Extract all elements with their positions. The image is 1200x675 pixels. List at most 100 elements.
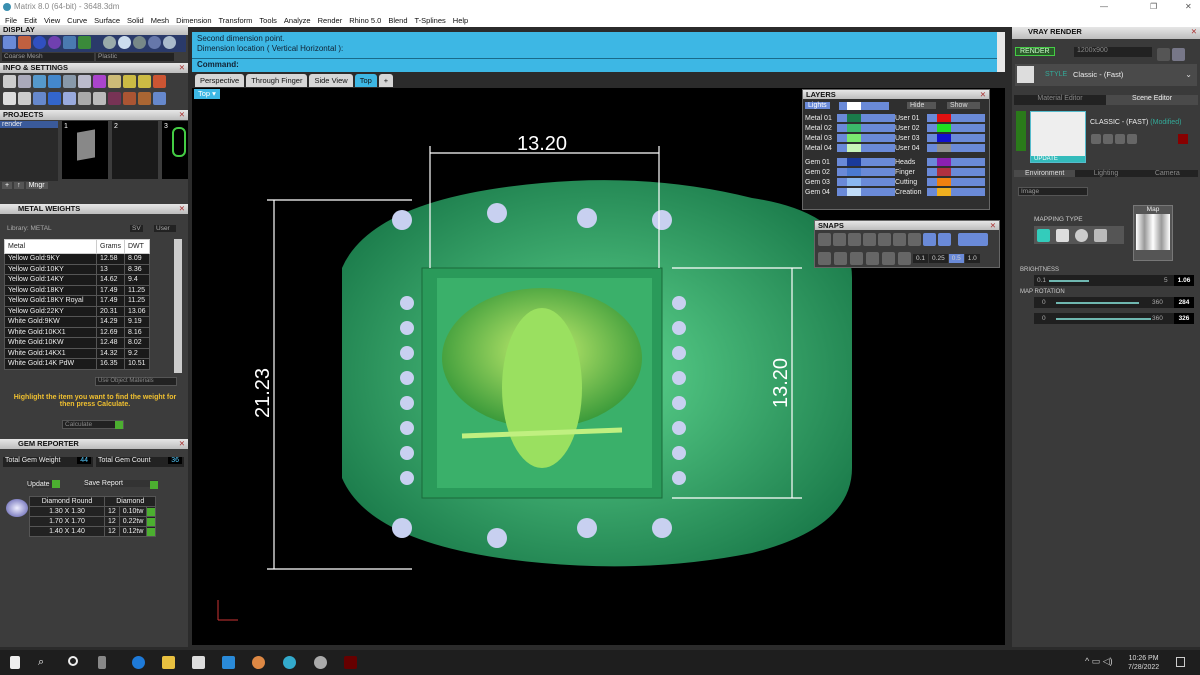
menu-analyze[interactable]: Analyze — [284, 14, 311, 27]
grid-icon[interactable] — [78, 36, 91, 49]
tool-icon[interactable] — [108, 75, 121, 88]
add-tab-button[interactable]: + — [378, 74, 394, 87]
gem-icon[interactable] — [93, 75, 106, 88]
table-row[interactable]: 1.40 X 1.40 12 0.12tw — [29, 526, 157, 537]
tab-top[interactable]: Top — [354, 74, 377, 87]
layer-color-swatch[interactable] — [937, 134, 951, 142]
layer-controls[interactable] — [837, 144, 895, 152]
show-button[interactable]: Show — [947, 102, 980, 109]
tray-icons[interactable]: ^ ▭ ◁) — [1085, 656, 1113, 667]
table-row[interactable]: 1.30 X 1.30 12 0.10tw — [29, 506, 157, 517]
material-sphere-icon[interactable] — [133, 36, 147, 49]
play-icon[interactable] — [147, 517, 156, 526]
layer-controls[interactable] — [837, 188, 895, 196]
layers-icon[interactable] — [33, 75, 46, 88]
layer-controls[interactable] — [927, 168, 985, 176]
close-icon[interactable]: ✕ — [1191, 27, 1197, 37]
layer-row[interactable]: Metal 03 — [805, 134, 897, 143]
layer-color-swatch[interactable] — [937, 144, 951, 152]
layer-controls[interactable] — [837, 178, 895, 186]
remove-icon[interactable] — [1115, 134, 1125, 144]
select-cell[interactable] — [146, 516, 157, 527]
layer-controls[interactable] — [837, 124, 895, 132]
layer-color-swatch[interactable] — [847, 114, 861, 122]
layer-controls[interactable] — [927, 144, 985, 152]
snap-end-icon[interactable] — [818, 233, 831, 246]
layer-row[interactable]: Gem 02 — [805, 168, 897, 177]
snap-center-icon[interactable] — [908, 233, 921, 246]
axis-snap-icon[interactable] — [898, 252, 911, 265]
menu-t-splines[interactable]: T-Splines — [415, 14, 446, 27]
add-icon[interactable] — [1127, 134, 1137, 144]
layer-color-swatch[interactable] — [937, 188, 951, 196]
environment-type-select[interactable]: Image — [1018, 187, 1088, 196]
tab-side-view[interactable]: Side View — [309, 74, 353, 87]
search-icon[interactable]: ⌕ — [38, 656, 51, 669]
lights-button[interactable]: Lights — [805, 102, 830, 109]
cube-icon[interactable] — [33, 92, 46, 105]
command-scrollbar[interactable] — [997, 32, 1005, 72]
layer-controls[interactable] — [927, 178, 985, 186]
ghost-sphere-icon[interactable] — [48, 36, 61, 49]
layer-row[interactable]: Gem 01 — [805, 158, 897, 167]
save-report-button[interactable]: Save Report — [84, 480, 158, 489]
book-icon[interactable] — [48, 92, 61, 105]
lights-controls[interactable] — [839, 102, 889, 110]
chrome-icon[interactable] — [252, 656, 265, 669]
layer-row[interactable]: Gem 03 — [805, 178, 897, 187]
material-sphere-icon[interactable] — [103, 36, 117, 49]
layer-color-swatch[interactable] — [937, 178, 951, 186]
table-row[interactable]: Yellow Gold:14KY 14.62 9.4 — [4, 274, 150, 286]
task-view-icon[interactable] — [98, 656, 106, 669]
snap-point-icon[interactable] — [863, 233, 876, 246]
user-toggle[interactable]: User — [154, 225, 176, 232]
layer-row[interactable]: Finger — [895, 168, 987, 177]
project-slot-3[interactable]: 3 — [162, 121, 188, 179]
menu-render[interactable]: Render — [318, 14, 343, 27]
layer-row[interactable]: Gem 04 — [805, 188, 897, 197]
layer-color-swatch[interactable] — [937, 168, 951, 176]
notifications-icon[interactable] — [1176, 657, 1185, 667]
maximize-button[interactable]: ❐ — [1150, 0, 1157, 14]
play-icon[interactable] — [147, 507, 156, 516]
layer-controls[interactable] — [927, 158, 985, 166]
snap-curve-icon[interactable] — [833, 233, 846, 246]
plane-snap-icon[interactable] — [882, 252, 895, 265]
tab-lighting[interactable]: Lighting — [1075, 170, 1137, 177]
value[interactable]: 326 — [1174, 313, 1194, 324]
metal-table-scrollbar[interactable] — [174, 239, 182, 373]
export-icon[interactable] — [153, 75, 166, 88]
update-button[interactable]: Update — [27, 480, 60, 488]
close-icon[interactable]: ✕ — [179, 204, 185, 214]
brightness-slider[interactable]: 0.1 5 1.06 — [1034, 275, 1194, 286]
frame-buffer-icon[interactable] — [1172, 48, 1185, 61]
snap-mid-icon[interactable] — [923, 233, 936, 246]
table-row[interactable]: Yellow Gold:18KY Royal 17.49 11.25 — [4, 295, 150, 307]
command-prompt[interactable]: Command: — [197, 60, 239, 70]
select-cell[interactable] — [146, 506, 157, 517]
rotation-slider-1[interactable]: 0 360 284 — [1034, 297, 1194, 308]
tab-through-finger[interactable]: Through Finger — [246, 74, 308, 87]
table-row[interactable]: 1.70 X 1.70 12 0.22tw — [29, 516, 157, 527]
plugin-icon[interactable] — [123, 92, 136, 105]
wireframe-icon[interactable] — [3, 36, 16, 49]
plugin-icon[interactable] — [153, 92, 166, 105]
table-row[interactable]: Yellow Gold:9KY 12.58 8.09 — [4, 253, 150, 265]
collapse-button[interactable] — [1016, 111, 1026, 151]
table-row[interactable]: White Gold:10KX1 12.69 8.16 — [4, 326, 150, 338]
settings-icon[interactable] — [3, 75, 16, 88]
plugin-icon[interactable] — [108, 92, 121, 105]
layer-controls[interactable] — [837, 168, 895, 176]
close-icon[interactable]: ✕ — [179, 110, 185, 120]
layer-color-swatch[interactable] — [847, 124, 861, 132]
hide-button[interactable]: Hide — [907, 102, 937, 109]
value[interactable]: 284 — [1174, 297, 1194, 308]
folder-icon[interactable] — [123, 75, 136, 88]
layer-row[interactable]: Cutting — [895, 178, 987, 187]
line-snap-icon[interactable] — [850, 252, 863, 265]
material-sphere-icon[interactable] — [118, 36, 132, 49]
tab-material-editor[interactable]: Material Editor — [1014, 95, 1106, 105]
tab-scene-editor[interactable]: Scene Editor — [1106, 95, 1198, 105]
style-select[interactable]: STYLE Classic - (Fast) ⌄ — [1015, 64, 1197, 86]
tab-environment[interactable]: Environment — [1014, 170, 1076, 177]
